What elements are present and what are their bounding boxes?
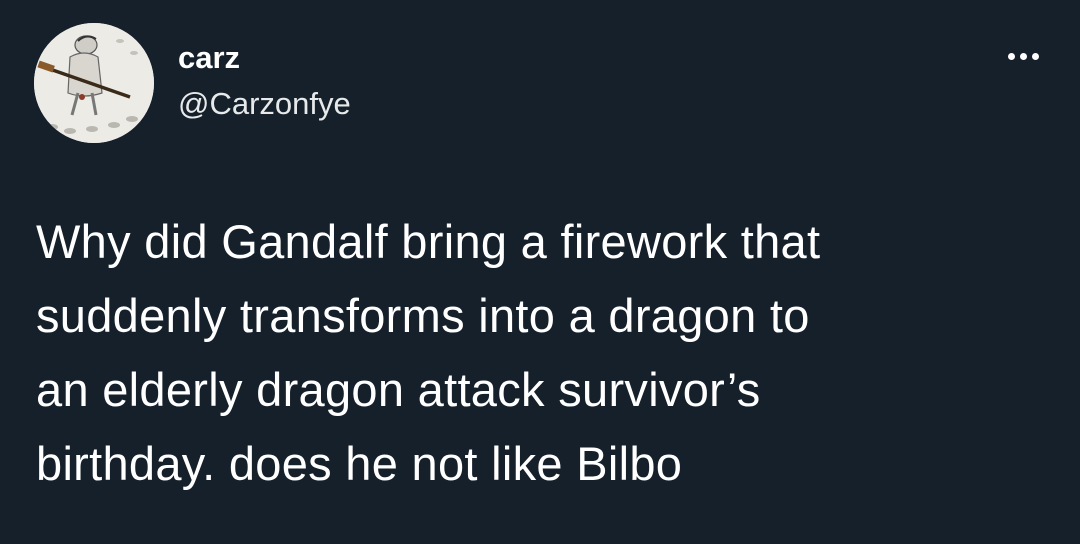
more-options-icon bbox=[1007, 52, 1015, 60]
avatar[interactable] bbox=[34, 23, 154, 143]
tweet-text-line: birthday. does he not like Bilbo bbox=[36, 437, 683, 490]
more-options-button[interactable] bbox=[998, 38, 1048, 74]
user-handle[interactable]: @Carzonfye bbox=[178, 84, 351, 124]
tweet-text-line: suddenly transforms into a dragon to bbox=[36, 289, 810, 342]
tweet-text-line: an elderly dragon attack survivor’s bbox=[36, 363, 761, 416]
tweet-card: carz @Carzonfye Why did Gandalf bring a … bbox=[0, 0, 1080, 544]
tweet-text-line: Why did Gandalf bring a firework that bbox=[36, 215, 821, 268]
tweet-text: Why did Gandalf bring a firework that su… bbox=[36, 205, 1056, 501]
avatar-sketch-icon bbox=[34, 23, 154, 143]
more-options-icon bbox=[1031, 52, 1039, 60]
user-info: carz @Carzonfye bbox=[178, 38, 351, 124]
more-options-icon bbox=[1019, 52, 1027, 60]
display-name[interactable]: carz bbox=[178, 38, 351, 78]
